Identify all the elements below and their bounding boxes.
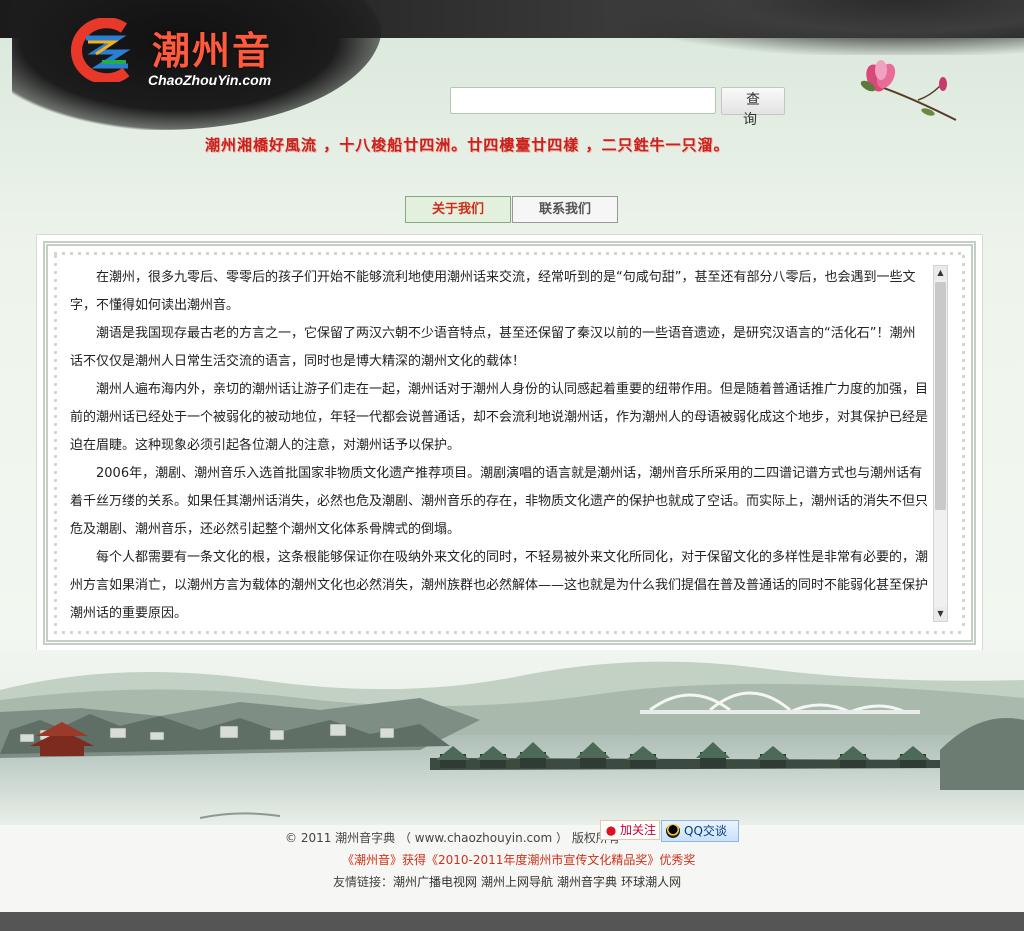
logo-mark-icon [71,18,131,82]
friend-links-prefix: 友情链接： [333,875,394,889]
weibo-icon [604,824,618,836]
article-paragraph: 每个人都需要有一条文化的根，这条根能够保证你在吸纳外来文化的同时，不轻易被外来文… [70,550,928,621]
qq-chat-label: QQ交谈 [684,824,727,838]
site-logo[interactable]: 潮州音 ChaoZhouYin.com [66,14,306,94]
search-input[interactable] [450,87,716,114]
weibo-follow-button[interactable]: 加关注 [600,820,660,840]
article-paragraph: 潮州人遍布海内外，亲切的潮州话让游子们走在一起，潮州话对于潮州人身份的认同感起着… [70,382,928,453]
slogan-banner: 潮州湘橋好風流 ，十八梭船廿四洲。廿四樓臺廿四樣 ，二只鉎牛一只溜。 [205,136,730,154]
article-paragraph: 在潮州，很多九零后、零零后的孩子们开始不能够流利地使用潮州话来交流，经常听到的是… [70,270,916,313]
scroll-up-icon[interactable]: ▲ [934,266,947,280]
article-paragraph: 潮语是我国现存最古老的方言之一，它保留了两汉六朝不少语音特点，甚至还保留了秦汉以… [70,326,916,369]
logo-chinese-text: 潮州音 [152,29,273,73]
logo-english-text: ChaoZhouYin.com [148,72,272,88]
award-notice[interactable]: 《潮州音》获得《2010-2011年度潮州市宣传文化精品奖》优秀奖 [342,851,695,868]
friend-link[interactable]: 潮州音字典 [557,875,617,889]
scroll-thumb[interactable] [935,282,946,510]
about-article: 在潮州，很多九零后、零零后的孩子们开始不能够流利地使用潮州话来交流，经常听到的是… [70,264,928,622]
magnolia-flower-icon [860,60,957,121]
friend-link[interactable]: 潮州广播电视网 [393,875,477,889]
article-paragraph: 2006年，潮剧、潮州音乐入选首批国家非物质文化遗产推荐项目。潮剧演唱的语言就是… [70,466,928,537]
tab-contact-us[interactable]: 联系我们 [512,196,618,223]
content-tabs: 关于我们 联系我们 [405,196,618,223]
xiangzi-bridge-landscape [0,650,1024,825]
ink-banner-right [604,0,1024,55]
qq-chat-button[interactable]: QQ交谈 [661,820,739,842]
friend-link[interactable]: 潮州上网导航 [481,875,553,889]
search-button[interactable]: 查 询 [721,87,785,128]
scroll-down-icon[interactable]: ▼ [934,607,947,621]
tab-about-us[interactable]: 关于我们 [405,196,511,223]
qq-penguin-icon [666,824,680,838]
friend-links: 友情链接：潮州广播电视网 潮州上网导航 潮州音字典 环球潮人网 [333,873,685,890]
friend-link[interactable]: 环球潮人网 [621,875,681,889]
copyright-text: © 2011 潮州音字典 （ www.chaozhouyin.com ） 版权所… [285,831,620,845]
article-scrollbar[interactable]: ▲ ▼ [933,265,948,622]
weibo-follow-label: 加关注 [620,823,657,837]
